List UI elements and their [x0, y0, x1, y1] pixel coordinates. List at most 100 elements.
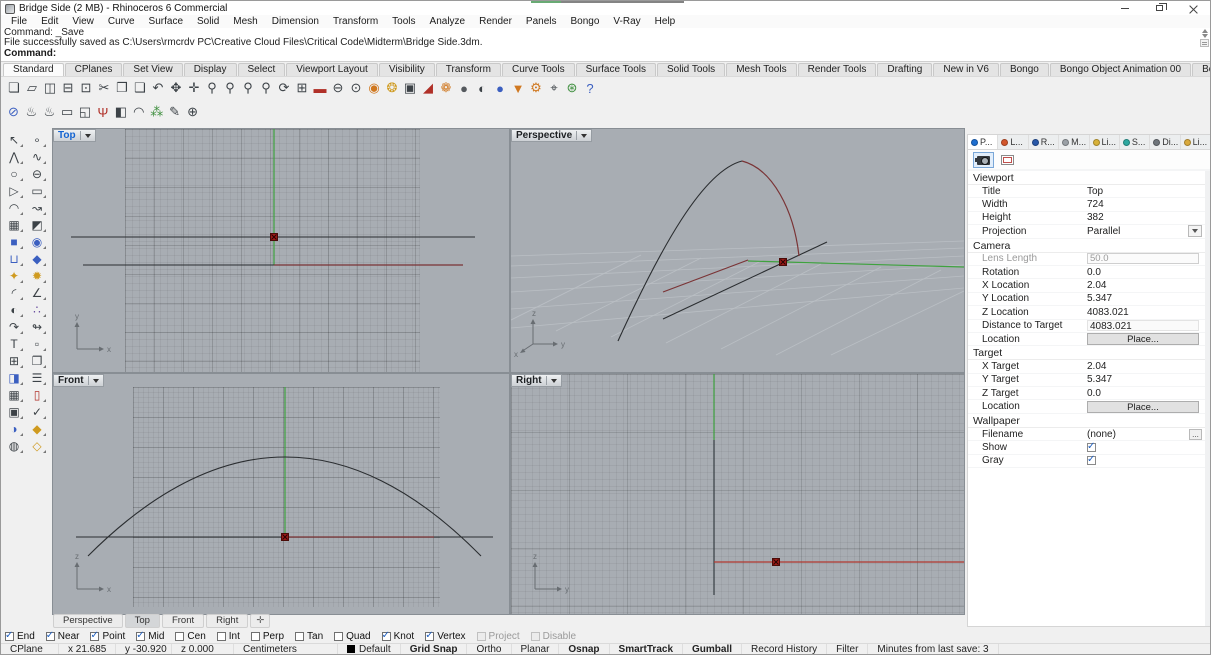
osnap-near[interactable]: Near	[45, 630, 79, 642]
statusbar-planar[interactable]: Planar	[512, 644, 560, 654]
text-tool-icon[interactable]: T	[4, 336, 24, 352]
osnap-checkbox[interactable]	[476, 632, 486, 641]
tab-surface-tools[interactable]: Surface Tools	[575, 63, 656, 76]
tab-bongo-object-animation[interactable]: Bongo Object Animation 00	[1049, 63, 1192, 76]
frame-buffer-icon[interactable]: ▭	[59, 103, 76, 122]
layer-wedge-icon[interactable]: ◢	[419, 79, 437, 98]
viewport-canvas-right[interactable]: z y	[511, 374, 964, 614]
rotate-view-icon[interactable]: ⟳	[275, 79, 293, 98]
statusbar-smarttrack[interactable]: SmartTrack	[610, 644, 684, 654]
x-location-value[interactable]: 2.04	[1087, 280, 1205, 291]
rotation-value[interactable]: 0.0	[1087, 267, 1205, 278]
menu-vray[interactable]: V-Ray	[606, 16, 647, 27]
gears-icon[interactable]: ⚙	[527, 79, 545, 98]
osnap-project[interactable]: Project	[476, 631, 520, 642]
osnap-toggle-icon[interactable]: ⊙	[347, 79, 365, 98]
scroll-down-icon[interactable]	[1201, 34, 1208, 38]
panel-tab-lights[interactable]: Li...	[1181, 135, 1210, 149]
fillet-tool-icon[interactable]: ◜	[4, 285, 24, 301]
panel-tab-libraries[interactable]: Li...	[1090, 135, 1120, 149]
menu-transform[interactable]: Transform	[326, 16, 385, 27]
restore-button[interactable]	[1142, 1, 1176, 15]
statusbar-filter[interactable]: Filter	[827, 644, 869, 654]
pointcloud-tool-icon[interactable]: ∴	[27, 302, 47, 318]
vray-target-icon[interactable]: ⊕	[184, 103, 201, 122]
hide-object-icon[interactable]: ▬	[311, 79, 329, 98]
open-file-icon[interactable]: ▱	[23, 79, 41, 98]
menu-edit[interactable]: Edit	[34, 16, 65, 27]
osnap-knot[interactable]: Knot	[381, 630, 414, 642]
copy-icon[interactable]: ❐	[113, 79, 131, 98]
viewport-properties-button[interactable]	[997, 152, 1018, 168]
new-file-icon[interactable]: ❏	[5, 79, 23, 98]
menu-tools[interactable]: Tools	[385, 16, 422, 27]
viewport-canvas-top[interactable]: y x	[53, 129, 509, 372]
projection-dropdown[interactable]	[1188, 225, 1202, 238]
solid-edit-tool-icon[interactable]: ◨	[4, 370, 24, 386]
tab-standard[interactable]: Standard	[3, 63, 64, 76]
block-tool-icon[interactable]: ⊞	[4, 353, 24, 369]
vray-triangle-icon[interactable]: ▼	[509, 79, 527, 98]
zoom-extents-icon[interactable]: ⚲	[239, 79, 257, 98]
extras-tool-icon[interactable]: ◇	[27, 438, 47, 454]
point-tool-icon[interactable]: ∘	[27, 132, 47, 148]
vray-box-icon[interactable]: ◧	[112, 103, 129, 122]
viewport-menu-arrow-icon[interactable]	[84, 133, 91, 138]
osnap-checkbox[interactable]	[334, 632, 344, 641]
viewport-perspective[interactable]: z y x Perspective	[510, 128, 965, 373]
viewport-menu-arrow-icon[interactable]	[550, 378, 557, 383]
x-target-value[interactable]: 2.04	[1087, 361, 1205, 372]
tab-bongo-utilities[interactable]: Bongo Utilities 00	[1192, 63, 1210, 76]
chamfer-tool-icon[interactable]: ∠	[27, 285, 47, 301]
viewport-menu-arrow-icon[interactable]	[581, 133, 588, 138]
vray-fur-icon[interactable]: ⁂	[148, 103, 165, 122]
surface-tool-icon[interactable]: ▦	[4, 217, 24, 233]
boolean-tool-icon[interactable]: ✦	[4, 268, 24, 284]
polyline-tool-icon[interactable]: ⋀	[4, 149, 24, 165]
vray-clipper-icon[interactable]: ✎	[166, 103, 183, 122]
show-checkbox[interactable]	[1087, 441, 1096, 452]
menu-curve[interactable]: Curve	[101, 16, 142, 27]
menu-view[interactable]: View	[65, 16, 101, 27]
cylinder-tool-icon[interactable]: ⊔	[4, 251, 24, 267]
menu-render[interactable]: Render	[472, 16, 519, 27]
panel-tab-materials[interactable]: M...	[1059, 135, 1090, 149]
viewport-menu-arrow-icon[interactable]	[92, 378, 99, 383]
explode-tool-icon[interactable]: ✹	[27, 268, 47, 284]
minimize-button[interactable]	[1108, 1, 1142, 15]
command-prompt[interactable]: Command:	[1, 48, 1210, 59]
region-render-icon[interactable]: ◱	[77, 103, 94, 122]
vray-node-icon[interactable]: Ψ	[95, 103, 112, 122]
panel-tab-rendering[interactable]: R...	[1029, 135, 1060, 149]
statusbar-cplane[interactable]: CPlane	[1, 644, 59, 654]
y-target-value[interactable]: 5.347	[1087, 374, 1205, 385]
viewport-right[interactable]: z y Right	[510, 373, 965, 615]
blob-tool-icon[interactable]: ◐	[4, 302, 24, 318]
group-tool-icon[interactable]: ▣	[4, 404, 24, 420]
z-location-value[interactable]: 4083.021	[1087, 307, 1205, 318]
zoom-window-icon[interactable]: ⚲	[221, 79, 239, 98]
osnap-checkbox[interactable]	[425, 630, 435, 641]
move-icon[interactable]: ✛	[185, 79, 203, 98]
color-wheel-icon[interactable]: ❁	[437, 79, 455, 98]
camera-place-button[interactable]: Place...	[1087, 333, 1199, 346]
curve-tool-icon[interactable]: ∿	[27, 149, 47, 165]
close-button[interactable]	[1176, 1, 1210, 15]
array-tool-icon[interactable]: ▦	[4, 387, 24, 403]
statusbar-x[interactable]: x 21.685	[59, 644, 116, 654]
viewport-top[interactable]: y x Top	[52, 128, 510, 373]
ellipse-tool-icon[interactable]: ⊖	[27, 166, 47, 182]
pan-icon[interactable]: ✥	[167, 79, 185, 98]
patch-tool-icon[interactable]: ◩	[27, 217, 47, 233]
panel-tab-layers[interactable]: L...	[998, 135, 1029, 149]
vray-dome-icon[interactable]: ◠	[130, 103, 147, 122]
scroll-up-icon[interactable]	[1201, 29, 1208, 33]
pipe-tool-icon[interactable]: ▯	[27, 387, 47, 403]
osnap-checkbox[interactable]	[175, 632, 185, 641]
drape-tool-icon[interactable]: ◍	[4, 438, 24, 454]
vray-logo-icon[interactable]: ⊘	[5, 103, 22, 122]
osnap-checkbox[interactable]	[5, 630, 14, 641]
splitter-handle-icon[interactable]	[1200, 39, 1209, 47]
viewport-tab-new[interactable]: ✛	[250, 614, 271, 628]
width-value[interactable]: 724	[1087, 199, 1205, 210]
